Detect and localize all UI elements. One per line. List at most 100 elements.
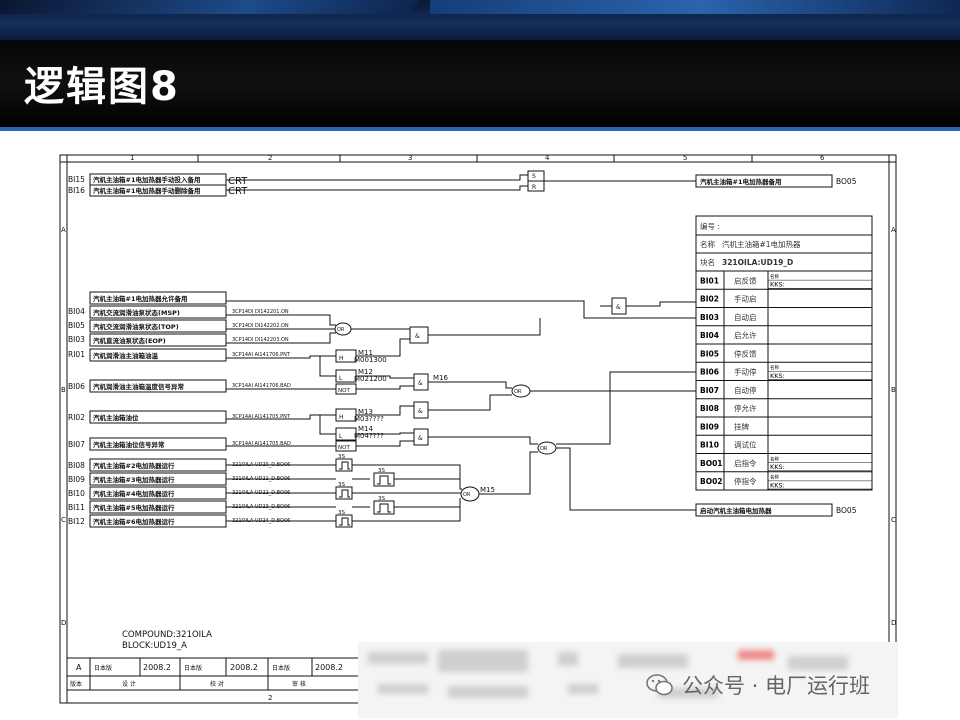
- gate-label: OR: [463, 492, 471, 498]
- block-row-desc: 启允许: [734, 330, 757, 340]
- gate-label: &: [616, 304, 621, 311]
- compound-line: BLOCK:UD19_A: [122, 641, 187, 651]
- input-id: BI09: [68, 475, 85, 484]
- block-row-id: BI10: [700, 441, 719, 450]
- block-row-id: BI04: [700, 331, 719, 340]
- svg-text:3CP14AI AI141706.BAD: 3CP14AI AI141706.BAD: [232, 383, 291, 389]
- input-id: BI12: [68, 517, 85, 526]
- input-label: 汽机交流润滑油泵状态(TOP): [93, 322, 179, 331]
- svg-text:3S: 3S: [338, 454, 345, 460]
- row-letter: A: [891, 226, 896, 234]
- kks-small-label: 名称: [770, 364, 779, 371]
- row-letter: D: [61, 619, 66, 627]
- kks-small-label: 名称: [770, 474, 779, 481]
- row-letter: B: [61, 386, 66, 394]
- svg-text:审 核: 审 核: [292, 680, 306, 688]
- col-number: 6: [820, 154, 825, 162]
- monitor-value: M03????: [354, 415, 384, 423]
- watermark: 公众号 · 电厂运行班: [646, 670, 870, 700]
- monitor-value: M021200: [354, 375, 387, 383]
- svg-text:日本版: 日本版: [94, 664, 112, 672]
- input-id: BI10: [68, 489, 85, 498]
- input-label: 汽机主油箱#6电加热器运行: [93, 517, 175, 526]
- svg-text:2008.2: 2008.2: [143, 663, 171, 672]
- input-id: BI15: [68, 175, 85, 184]
- input-label: 汽机主油箱油位信号异常: [93, 440, 165, 449]
- row-letter: A: [61, 226, 66, 234]
- kks-small-label: 名称: [770, 273, 779, 280]
- input-label: 汽机润滑油主油箱温度信号异常: [93, 382, 185, 391]
- watermark-text: 公众号 · 电厂运行班: [682, 674, 871, 698]
- svg-text:设 计: 设 计: [122, 680, 136, 688]
- gate-label: &: [415, 333, 420, 340]
- block-row-id: BO02: [700, 477, 723, 486]
- block-row-desc: 停指令: [734, 476, 757, 486]
- col-number: 2: [268, 154, 272, 162]
- input-id: BI16: [68, 186, 85, 195]
- kks-small-label: 名称: [770, 455, 779, 462]
- svg-text:3CP14AI AI141706.PNT: 3CP14AI AI141706.PNT: [232, 352, 291, 358]
- row-letter: C: [61, 516, 66, 524]
- compound-line: COMPOUND:321OILA: [122, 630, 212, 640]
- col-number: 3: [408, 154, 412, 162]
- gate-label: &: [418, 408, 423, 415]
- row-letter: D: [891, 619, 896, 627]
- svg-text:3S: 3S: [378, 468, 385, 474]
- svg-text:3CP14DI DI142202.ON: 3CP14DI DI142202.ON: [232, 323, 289, 329]
- gate-label: OR: [337, 327, 345, 333]
- input-id: BI04: [68, 307, 85, 316]
- svg-text:3S: 3S: [338, 482, 345, 488]
- gate-label: H: [339, 355, 344, 362]
- svg-text:版本: 版本: [70, 680, 82, 688]
- kks-label: KKS:: [770, 481, 785, 489]
- input-label: 汽机主油箱#1电加热器手动删除备用: [93, 186, 200, 195]
- svg-text:3S: 3S: [338, 510, 345, 516]
- input-label: 汽机主油箱#1电加热器手动投入备用: [93, 175, 200, 184]
- block-row-id: BI07: [700, 386, 719, 395]
- input-label: 汽机主油箱#2电加热器运行: [93, 461, 175, 470]
- input-id: BI06: [68, 382, 85, 391]
- output-id: BO05: [836, 177, 857, 186]
- monitor-value: M001300: [354, 356, 387, 364]
- output-id: BO05: [836, 506, 857, 515]
- drawing-frame: [59, 154, 897, 704]
- row-letter: B: [891, 386, 896, 394]
- gate-label: OR: [514, 389, 522, 395]
- col-number: 4: [545, 154, 550, 162]
- input-id: BI05: [68, 321, 85, 330]
- input-id: BI03: [68, 335, 85, 344]
- input-id: BI07: [68, 440, 85, 449]
- gate-label: &: [418, 435, 423, 442]
- block-row-desc: 手动启: [734, 294, 757, 304]
- svg-text:日本版: 日本版: [272, 664, 290, 672]
- svg-text:块名: 块名: [700, 257, 715, 267]
- col-number: 5: [683, 154, 687, 162]
- monitor-value: M04????: [354, 432, 384, 440]
- logic-diagram: 1 2 3 4 5 6 A B C D A B C D BI15 BI16 BI…: [59, 154, 897, 704]
- block-row-desc: 自动启: [734, 312, 757, 322]
- gate-label: NOT: [338, 445, 350, 451]
- gate-label: H: [339, 414, 344, 421]
- block-row-desc: 停反馈: [734, 348, 757, 358]
- svg-text:校 对: 校 对: [210, 680, 224, 688]
- block-row-desc: 挂牌: [734, 421, 749, 431]
- block-row-desc: 手动停: [734, 367, 757, 377]
- crt-label: CRT: [228, 186, 248, 197]
- svg-text:2008.2: 2008.2: [230, 663, 258, 672]
- input-label: 汽机主油箱#1电加热器允许备用: [93, 294, 187, 303]
- svg-text:启动汽机主油箱电加热器: 启动汽机主油箱电加热器: [700, 506, 772, 515]
- gate-label: NOT: [338, 388, 350, 394]
- block-row-desc: 启指令: [734, 458, 757, 468]
- svg-text:321OILA:UD19_D: 321OILA:UD19_D: [722, 258, 793, 267]
- block-row-id: BO01: [700, 459, 723, 468]
- block-row-id: BI09: [700, 422, 719, 431]
- svg-text:3S: 3S: [378, 496, 385, 502]
- col-number: 1: [130, 154, 134, 162]
- input-id: RI01: [68, 350, 85, 359]
- svg-text:汽机主油箱#1电加热器备用: 汽机主油箱#1电加热器备用: [700, 177, 781, 186]
- block-row-id: BI02: [700, 295, 719, 304]
- svg-text:编号 :: 编号 :: [700, 221, 720, 231]
- block-row-desc: 启反馈: [734, 275, 757, 285]
- block-row-id: BI03: [700, 313, 719, 322]
- block-row-id: BI05: [700, 349, 719, 358]
